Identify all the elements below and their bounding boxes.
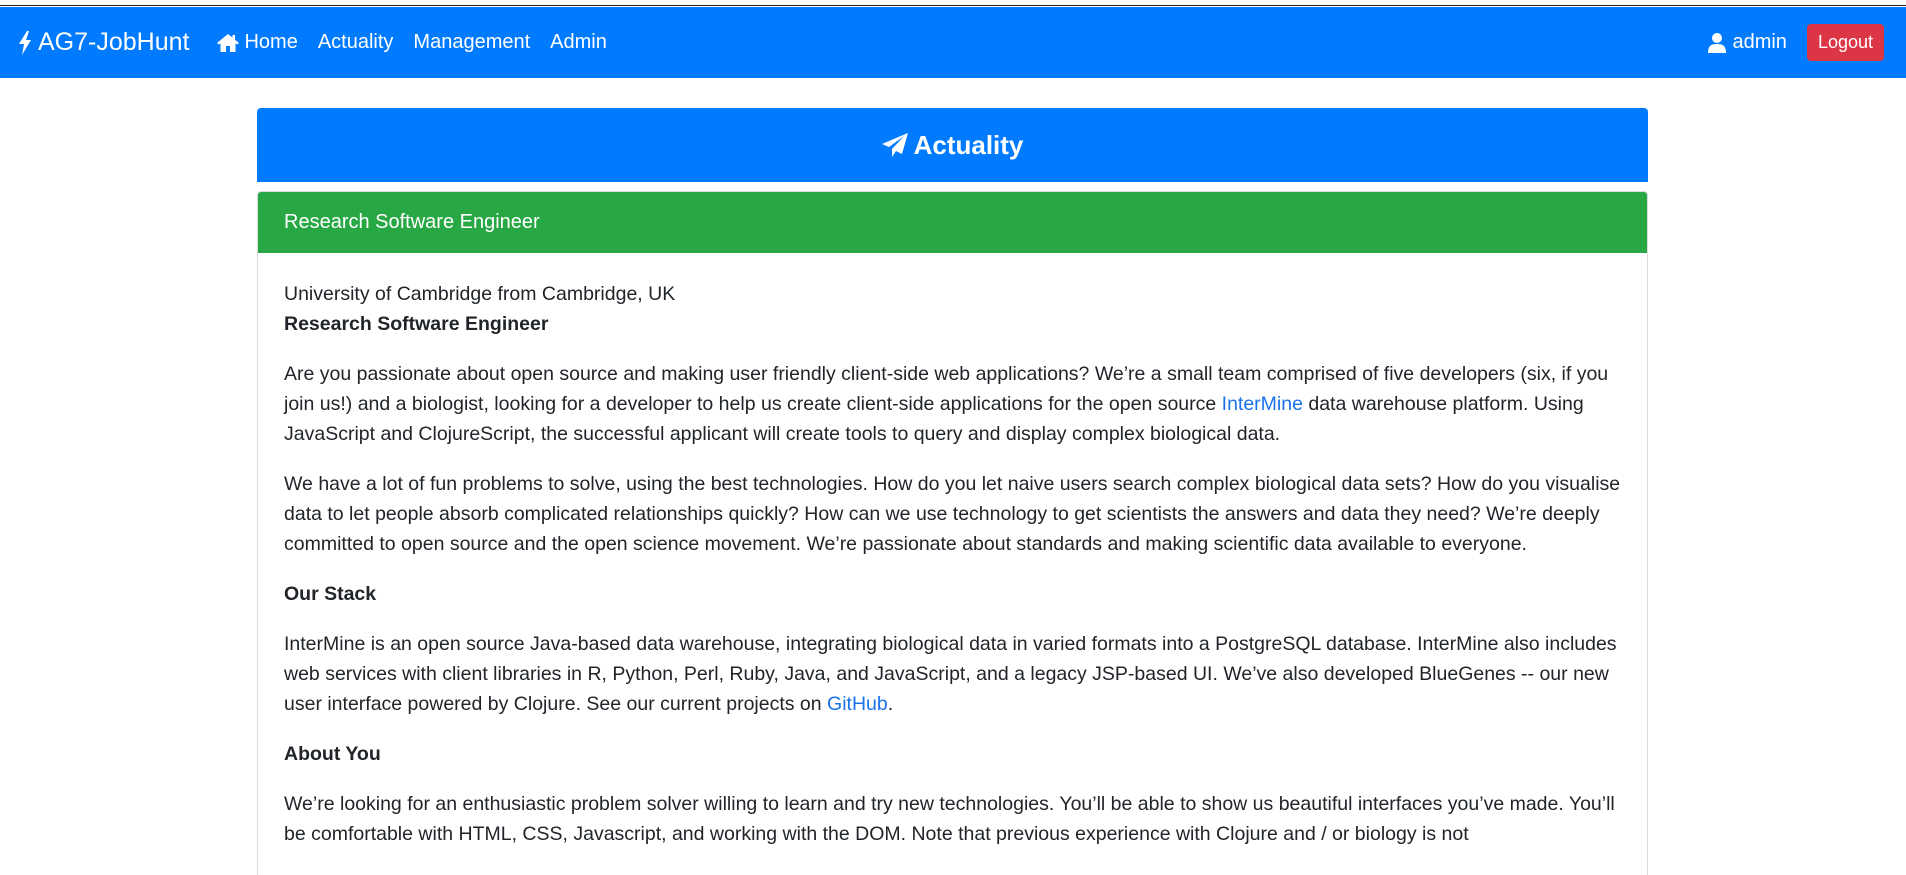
paragraph-about: We’re looking for an enthusiastic proble…: [284, 793, 1615, 845]
intermine-link[interactable]: InterMine: [1222, 393, 1303, 415]
nav-actuality[interactable]: Actuality: [318, 31, 394, 54]
paragraph-stack: InterMine is an open source Java-based d…: [284, 629, 1621, 719]
job-description: University of Cambridge from Cambridge, …: [258, 253, 1647, 849]
nav-management-label: Management: [413, 31, 531, 53]
heading-our-stack: Our Stack: [284, 583, 377, 605]
paragraph-stack-text-a: InterMine is an open source Java-based d…: [284, 633, 1617, 715]
brand-label: AG7-JobHunt: [38, 28, 190, 56]
paragraph-stack-text-b: .: [887, 693, 894, 715]
github-link[interactable]: GitHub: [827, 693, 888, 715]
user-menu[interactable]: admin: [1708, 31, 1787, 54]
nav-actuality-label: Actuality: [317, 31, 394, 53]
window-top-edge: [0, 0, 1906, 6]
job-title: Research Software Engineer: [284, 313, 549, 335]
company-line: University of Cambridge from Cambridge, …: [284, 283, 676, 305]
paragraph-intro: Are you passionate about open source and…: [284, 359, 1621, 449]
heading-about-you: About You: [284, 743, 381, 765]
page-header: Actuality: [257, 108, 1648, 182]
job-card-header[interactable]: Research Software Engineer: [258, 192, 1647, 253]
logout-button[interactable]: Logout: [1806, 24, 1884, 61]
nav-right: admin Logout: [1708, 7, 1884, 78]
nav-admin-label: Admin: [550, 31, 607, 53]
paragraph-problems: We have a lot of fun problems to solve, …: [284, 473, 1621, 555]
nav-management[interactable]: Management: [413, 31, 530, 54]
bolt-icon: [19, 30, 31, 55]
nav-home[interactable]: Home: [217, 31, 298, 54]
user-icon: [1708, 32, 1727, 53]
user-name: admin: [1732, 31, 1787, 53]
home-icon: [217, 33, 240, 52]
job-card: Research Software Engineer University of…: [257, 191, 1648, 875]
job-card-title: Research Software Engineer: [284, 211, 540, 233]
main-container: Actuality Research Software Engineer Uni…: [257, 108, 1648, 875]
nav-home-label: Home: [244, 31, 298, 53]
nav-links: Home Actuality Management Admin: [217, 31, 626, 54]
nav-admin[interactable]: Admin: [550, 31, 607, 54]
page-title: Actuality: [913, 129, 1024, 160]
brand[interactable]: AG7-JobHunt: [18, 28, 189, 57]
navbar: AG7-JobHunt Home Actuality Management Ad…: [0, 7, 1906, 78]
paper-plane-icon: [881, 133, 908, 157]
